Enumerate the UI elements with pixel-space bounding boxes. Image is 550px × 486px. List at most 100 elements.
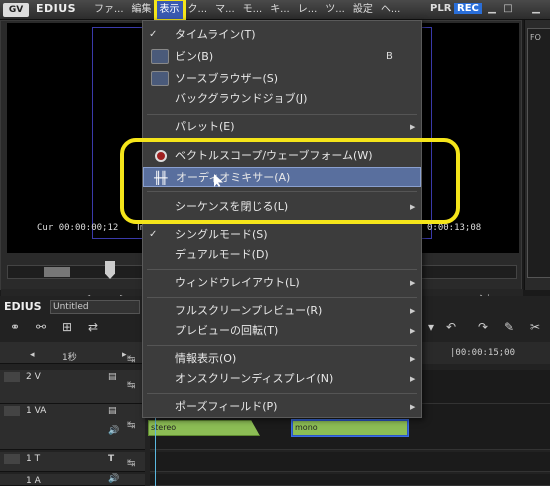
submenu-arrow-icon: ▶: [410, 279, 416, 287]
source-browser-icon: [151, 71, 169, 86]
track-lock-icon[interactable]: [4, 406, 20, 416]
submenu-arrow-icon: ▶: [410, 123, 416, 131]
scrubber-thumb[interactable]: [44, 267, 70, 277]
title-track-icon[interactable]: T: [108, 454, 114, 464]
highlight-annotation: [120, 138, 460, 224]
track-lane-1t[interactable]: [150, 452, 550, 472]
menu-item-label: パレット(E): [175, 120, 235, 133]
menu-separator: [147, 114, 417, 115]
speaker-icon[interactable]: 🔊: [108, 474, 119, 484]
track-lock-icon[interactable]: [4, 372, 20, 382]
trim-icon[interactable]: ✂: [530, 320, 540, 334]
cur-timecode-value: 00:00:00;12: [58, 223, 119, 233]
link-icon[interactable]: ⚭: [10, 320, 20, 334]
clip-stereo[interactable]: stereo: [148, 420, 260, 436]
menu-view[interactable]: 表示: [153, 0, 186, 22]
menu-item-dual-mode[interactable]: デュアルモード(D): [143, 245, 421, 265]
menu-item-label: ポーズフィールド(P): [175, 400, 278, 413]
track-arrow-icon[interactable]: ↹: [127, 420, 135, 431]
submenu-arrow-icon: ▶: [410, 327, 416, 335]
ripple-icon[interactable]: ⊞: [62, 320, 72, 334]
track-name: 2 V: [26, 372, 41, 382]
right-panel-inner: FO: [527, 28, 550, 278]
menu-clip[interactable]: ク...: [184, 0, 212, 20]
rec-toggle[interactable]: REC: [454, 3, 482, 14]
submenu-arrow-icon: ▶: [410, 307, 416, 315]
menu-item-label: フルスクリーンプレビュー(R): [175, 304, 323, 317]
video-icon[interactable]: ▤: [108, 372, 117, 382]
track-arrow-icon[interactable]: ↹: [127, 458, 135, 469]
track-header-2v[interactable]: 2 V ▤: [0, 370, 145, 404]
cur-label: Cur: [37, 223, 54, 233]
menu-item-single-mode[interactable]: ✓ シングルモード(S): [143, 225, 421, 245]
menu-item-label: ソースブラウザー(S): [175, 72, 279, 85]
track-header-1va[interactable]: 1 VA ▤ 🔊: [0, 404, 145, 450]
menu-item-window-layout[interactable]: ウィンドウレイアウト(L) ▶: [143, 273, 421, 293]
plr-toggle[interactable]: PLR: [430, 3, 451, 14]
menu-capture[interactable]: キ...: [266, 0, 294, 20]
menu-item-pause-field[interactable]: ポーズフィールド(P) ▶: [143, 397, 421, 417]
timeline-title: EDIUS: [4, 300, 42, 313]
menu-help[interactable]: ヘ...: [377, 0, 405, 20]
minimize-icon[interactable]: ▁: [486, 3, 498, 15]
video-icon[interactable]: ▤: [108, 406, 117, 416]
menu-item-label: ビン(B): [175, 50, 214, 63]
menu-tools[interactable]: ツ...: [321, 0, 349, 20]
sync-icon[interactable]: ⇄: [88, 320, 98, 334]
menu-item-source-browser[interactable]: ソースブラウザー(S): [143, 69, 421, 89]
submenu-arrow-icon: ▶: [410, 355, 416, 363]
menu-item-bin[interactable]: ビン(B) B: [143, 47, 421, 67]
marker-icon[interactable]: ▾: [428, 320, 434, 334]
time-scale[interactable]: 1秒: [62, 350, 77, 363]
track-name: 1 T: [26, 454, 41, 464]
track-header-1t[interactable]: 1 T T: [0, 452, 145, 472]
menu-separator: [147, 297, 417, 298]
menu-item-preview-rotation[interactable]: プレビューの回転(T) ▶: [143, 321, 421, 341]
scale-row: 1秒 ◂ ▸: [0, 342, 145, 364]
menu-marker[interactable]: マ...: [211, 0, 239, 20]
menu-file[interactable]: ファ...: [90, 0, 128, 20]
menu-separator: [147, 345, 417, 346]
menu-item-palette[interactable]: パレット(E) ▶: [143, 117, 421, 137]
submenu-arrow-icon: ▶: [410, 375, 416, 383]
menu-edit[interactable]: 編集: [128, 0, 156, 20]
menu-item-timeline[interactable]: ✓ タイムライン(T): [143, 25, 421, 45]
redo-icon[interactable]: ↷: [478, 320, 488, 334]
menu-settings[interactable]: 設定: [349, 0, 377, 20]
menu-item-background-jobs[interactable]: バックグラウンドジョブ(J): [143, 89, 421, 109]
right-timecode: 0:00:13;08: [427, 223, 482, 233]
speaker-icon[interactable]: 🔊: [108, 426, 119, 436]
menu-item-label: オンスクリーンディスプレイ(N): [175, 372, 334, 385]
track-arrow-icon[interactable]: ↹: [127, 380, 135, 391]
menu-item-label: タイムライン(T): [175, 28, 256, 41]
maximize-icon[interactable]: □: [502, 3, 514, 15]
right-panel-label: FO: [530, 33, 541, 42]
scale-right-icon[interactable]: ▸: [122, 350, 127, 360]
track-arrow-icon[interactable]: ↹: [127, 354, 135, 365]
track-name: 1 VA: [26, 406, 47, 416]
track-header-1a[interactable]: 1 A 🔊: [0, 474, 145, 486]
check-icon: ✓: [149, 229, 158, 240]
menu-item-label: ウィンドウレイアウト(L): [175, 276, 300, 289]
menu-separator: [147, 269, 417, 270]
menu-item-onscreen-display[interactable]: オンスクリーンディスプレイ(N) ▶: [143, 369, 421, 389]
menu-item-label: デュアルモード(D): [175, 248, 269, 261]
undo-icon[interactable]: ↶: [446, 320, 456, 334]
clip-mono[interactable]: mono: [291, 419, 409, 437]
menu-item-fullscreen-preview[interactable]: フルスクリーンプレビュー(R) ▶: [143, 301, 421, 321]
track-lock-icon[interactable]: [4, 454, 20, 464]
sequence-name-field[interactable]: Untitled: [50, 300, 140, 314]
minimize-icon-2[interactable]: ▁: [530, 3, 542, 15]
razor-icon[interactable]: ✎: [504, 320, 514, 334]
bin-icon: [151, 49, 169, 64]
group-icon[interactable]: ⚯: [36, 320, 46, 334]
menu-render[interactable]: レ...: [294, 0, 322, 20]
track-name: 1 A: [26, 476, 41, 486]
track-lane-1a[interactable]: [150, 474, 550, 486]
menu-mode[interactable]: モ...: [239, 0, 267, 20]
scale-left-icon[interactable]: ◂: [30, 350, 35, 360]
title-menu-bar: GV EDIUS ファ... 編集 表示 ク... マ... モ... キ...…: [0, 0, 550, 22]
submenu-arrow-icon: ▶: [410, 403, 416, 411]
menu-item-label: 情報表示(O): [175, 352, 237, 365]
menu-item-info-display[interactable]: 情報表示(O) ▶: [143, 349, 421, 369]
